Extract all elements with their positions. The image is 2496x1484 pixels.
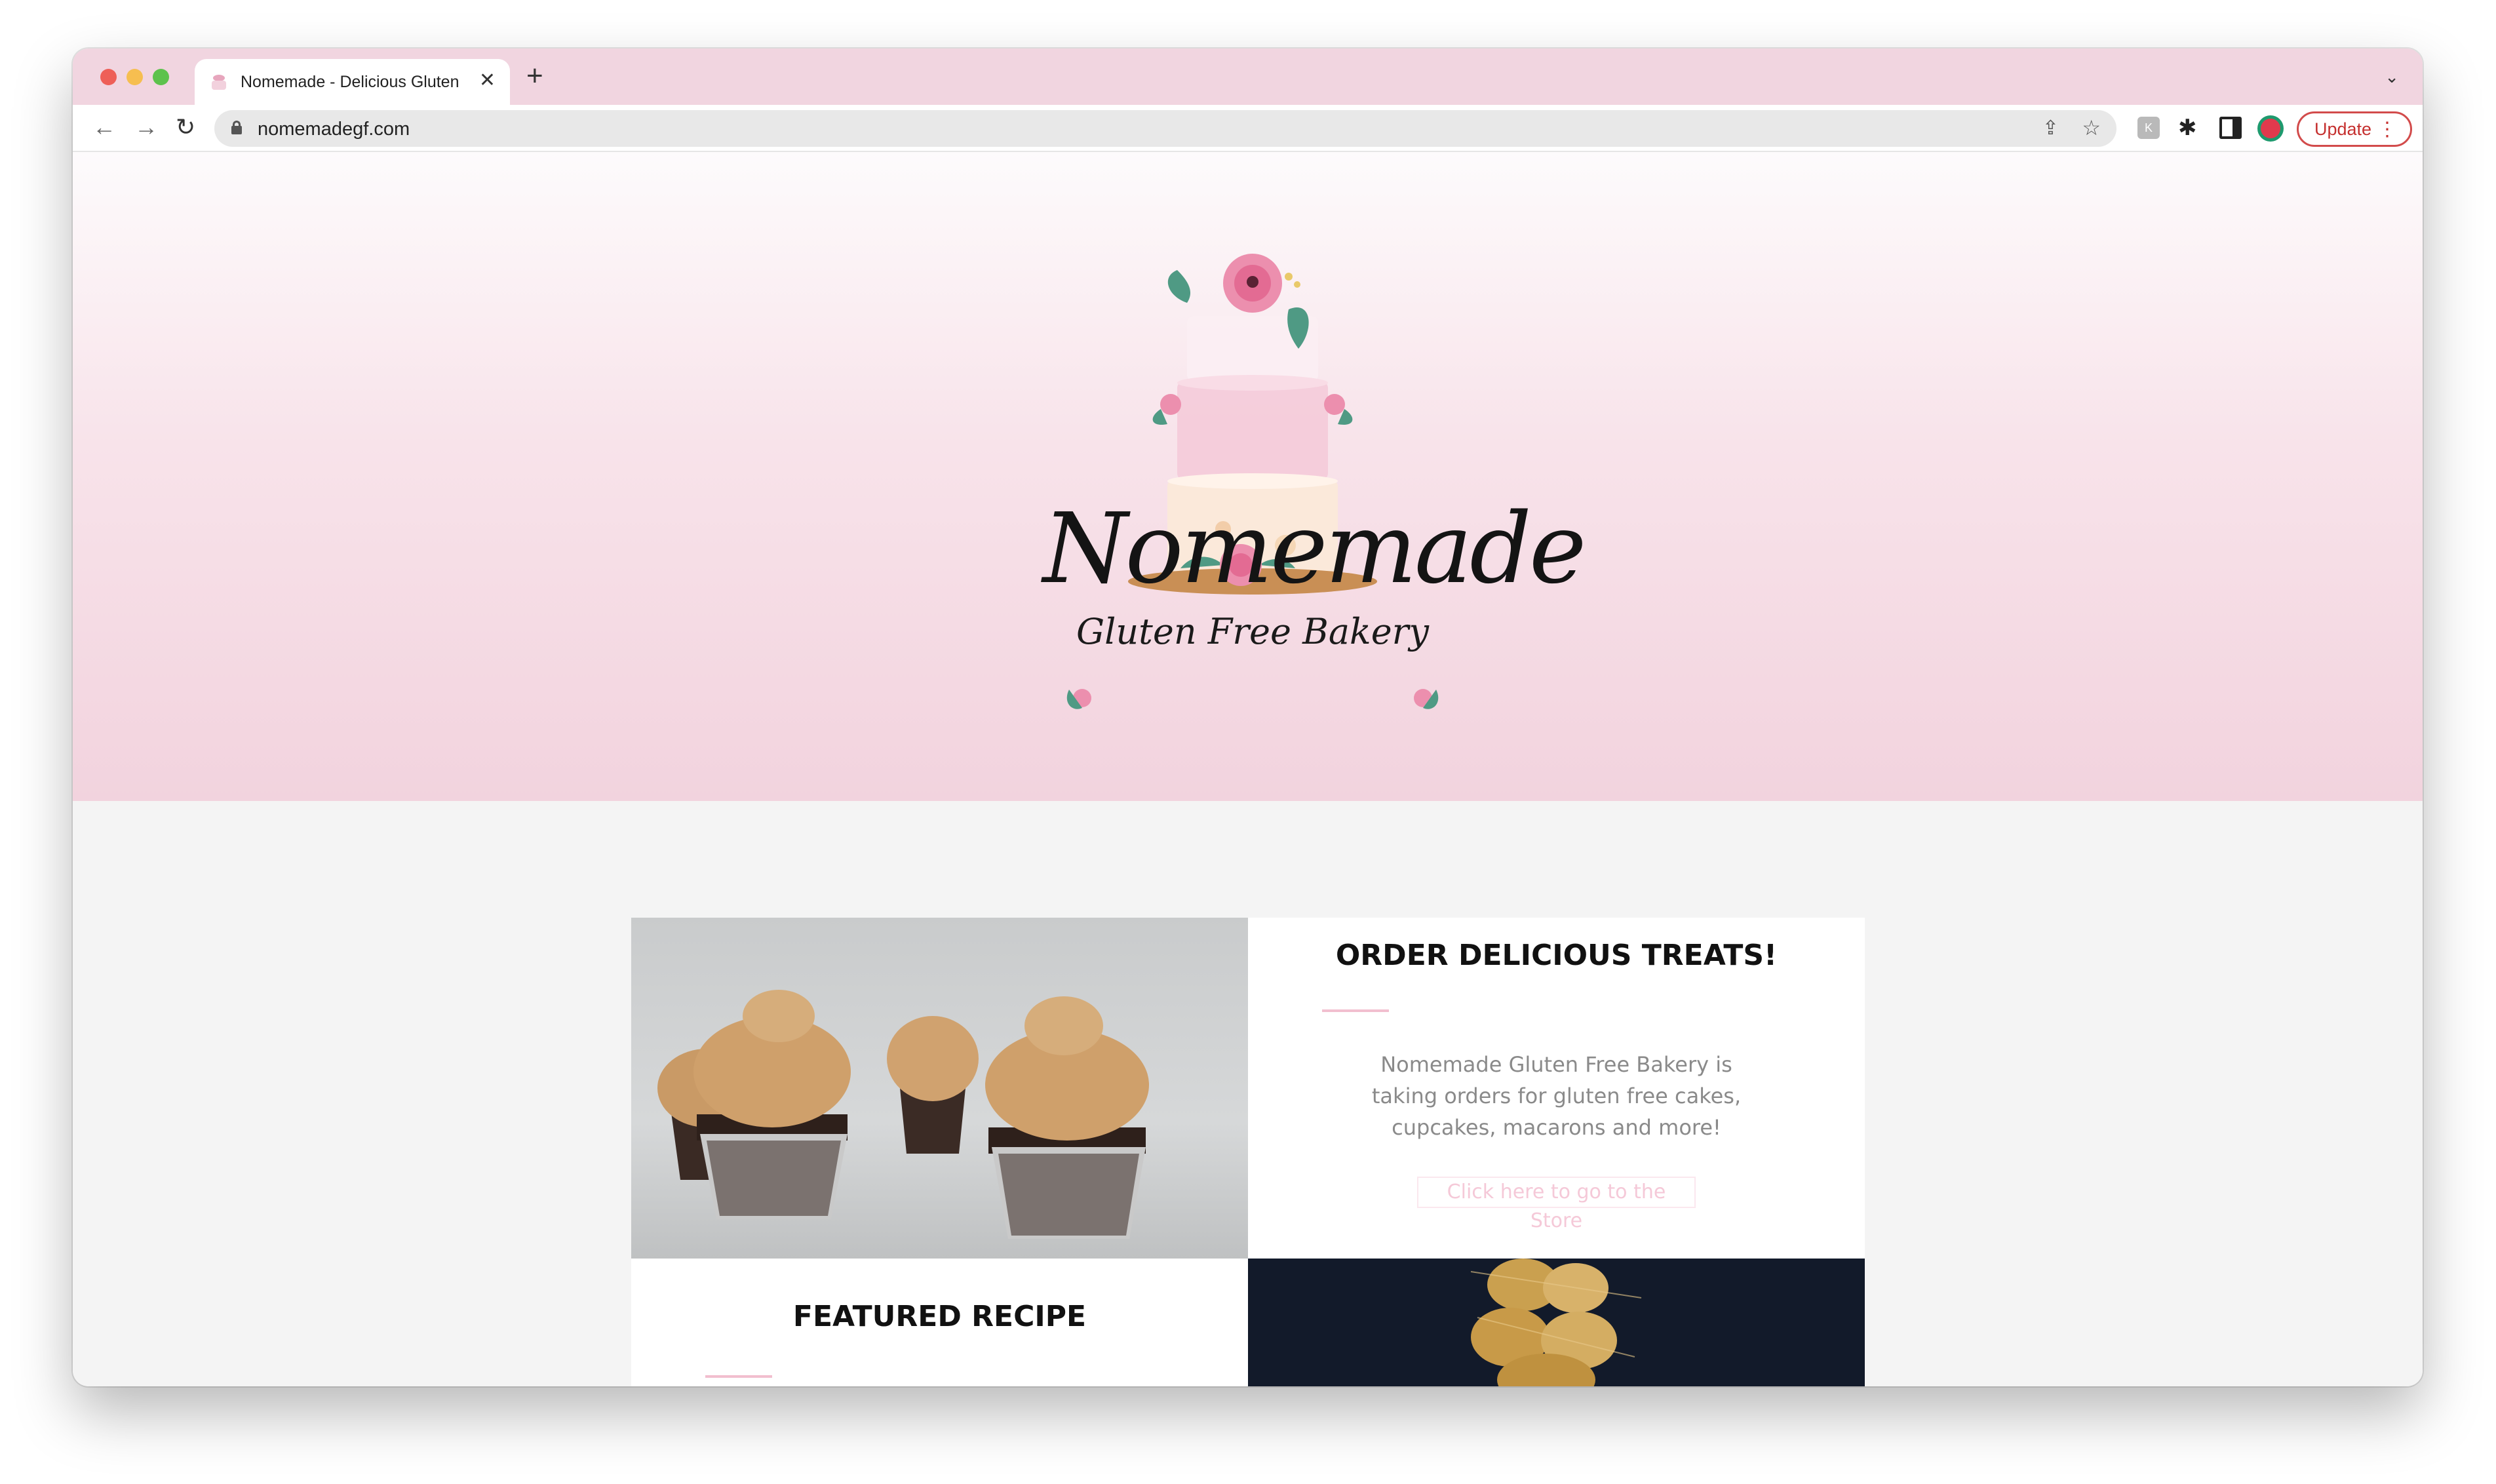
url-text[interactable]: nomemadegf.com [258, 119, 410, 140]
extensions-puzzle-icon[interactable]: ✱ [2178, 117, 2200, 139]
tab-title: Nomemade - Delicious Gluten Free [241, 72, 463, 91]
hero-banner: Nomemade Gluten Free Bakery [73, 152, 2423, 801]
cake-favicon-icon [209, 72, 229, 92]
web-page: Nomemade Gluten Free Bakery ORDER DELICI… [73, 152, 2423, 1386]
close-window-button[interactable] [100, 69, 117, 85]
update-button[interactable]: Update ⋮ [2297, 111, 2412, 147]
lock-icon [231, 121, 242, 134]
featured-recipe-photo [1248, 1259, 1865, 1386]
cupcakes-photo [631, 918, 1248, 1259]
profile-avatar[interactable] [2257, 115, 2284, 142]
logo-tagline: Gluten Free Bakery [1076, 611, 1430, 652]
tab-strip: Nomemade - Delicious Gluten Free ✕ + ⌄ [73, 49, 2423, 105]
menu-dots-icon[interactable]: ⋮ [2377, 119, 2397, 141]
share-icon[interactable]: ⇪ [2042, 117, 2059, 140]
store-link[interactable]: Click here to go to the Store [1417, 1177, 1696, 1232]
forward-button[interactable]: → [134, 114, 158, 140]
featured-recipe-title: FEATURED RECIPE [792, 1300, 1087, 1333]
bookmark-star-icon[interactable]: ☆ [2082, 115, 2101, 140]
update-label: Update [2314, 119, 2372, 139]
tab-active[interactable]: Nomemade - Delicious Gluten Free ✕ [195, 59, 510, 105]
content-grid: ORDER DELICIOUS TREATS! Nomemade Gluten … [631, 918, 1865, 1386]
order-card: ORDER DELICIOUS TREATS! Nomemade Gluten … [1248, 918, 1865, 1259]
title-divider [1322, 1009, 1389, 1012]
browser-toolbar: ← → ↻ nomemadegf.com ⇪ ☆ K ✱ Update ⋮ [73, 105, 2423, 152]
side-panel-icon[interactable] [2219, 117, 2242, 139]
address-bar[interactable]: nomemadegf.com ⇪ ☆ [214, 110, 2116, 147]
tab-search-chevron-icon[interactable]: ⌄ [2385, 67, 2399, 87]
order-card-title: ORDER DELICIOUS TREATS! [1335, 939, 1778, 972]
title-divider [705, 1375, 772, 1378]
reload-button[interactable]: ↻ [176, 114, 195, 140]
logo-wordmark: Nomemade [1043, 492, 1586, 605]
cake-logo-illustration [1066, 254, 1439, 709]
featured-recipe-card: FEATURED RECIPE [631, 1259, 1248, 1386]
back-button[interactable]: ← [92, 114, 116, 140]
browser-window: Nomemade - Delicious Gluten Free ✕ + ⌄ ←… [73, 49, 2423, 1386]
order-card-body: Nomemade Gluten Free Bakery is taking or… [1371, 1052, 1742, 1140]
new-tab-button[interactable]: + [526, 62, 543, 90]
minimize-window-button[interactable] [127, 69, 143, 85]
extension-icon[interactable]: K [2137, 117, 2160, 139]
maximize-window-button[interactable] [153, 69, 169, 85]
tab-close-icon[interactable]: ✕ [479, 71, 496, 90]
